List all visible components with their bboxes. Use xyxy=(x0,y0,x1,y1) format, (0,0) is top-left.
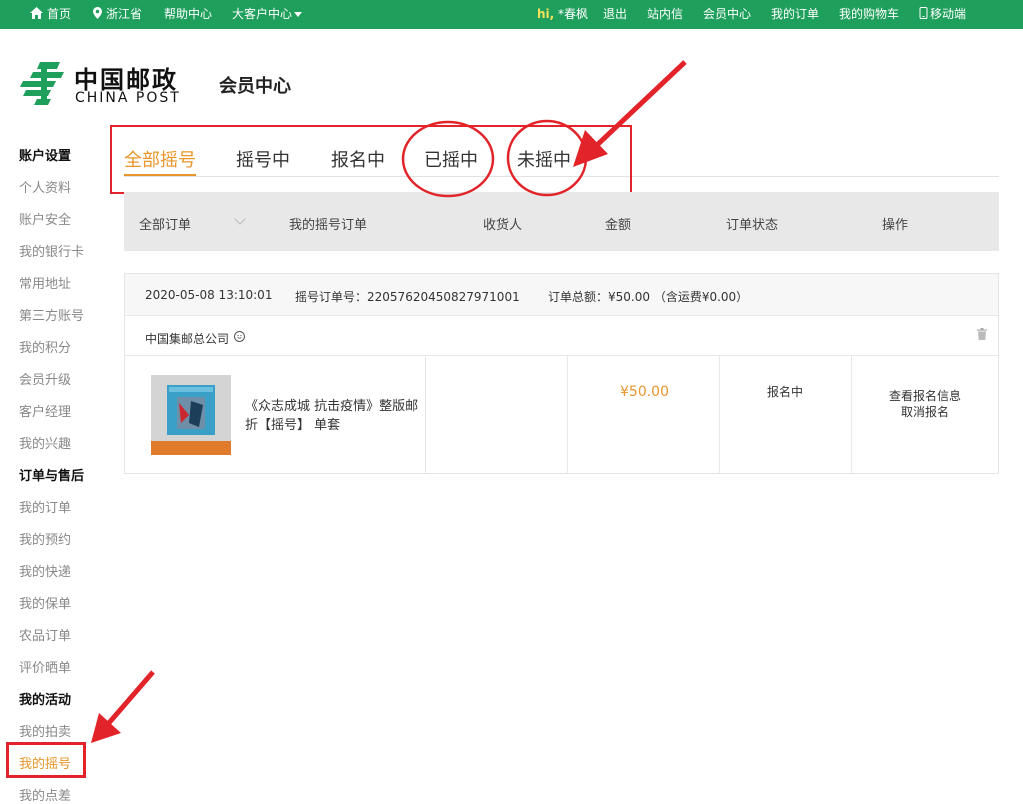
sidebar-item-interests[interactable]: 我的兴趣 xyxy=(19,433,71,452)
sidebar-item-insurance[interactable]: 我的保单 xyxy=(19,593,71,612)
logout-link[interactable]: 退出 xyxy=(603,0,627,29)
china-post-logo[interactable]: 中国邮政 CHINA POST xyxy=(20,58,190,108)
sidebar-item-security[interactable]: 账户安全 xyxy=(19,209,71,228)
stamp-folder-image xyxy=(151,375,231,455)
chevron-down-icon[interactable] xyxy=(234,213,246,225)
order-total-label: 订单总额： xyxy=(548,290,609,304)
order-table-header: 全部订单 我的摇号订单 收货人 金额 订单状态 操作 xyxy=(124,192,999,251)
cancel-registration-link[interactable]: 取消报名 xyxy=(901,403,949,420)
order-info-bar: 2020-05-08 13:10:01 摇号订单号：22057620450827… xyxy=(125,274,998,316)
order-status: 报名中 xyxy=(767,385,804,399)
greeting-hi: hi, xyxy=(537,7,555,21)
chat-smile-icon[interactable] xyxy=(234,331,245,342)
messages-link[interactable]: 站内信 xyxy=(647,0,683,29)
sidebar-item-reservations[interactable]: 我的预约 xyxy=(19,529,71,548)
product-name[interactable]: 《众志成城 抗击疫情》整版邮折【摇号】 单套 xyxy=(245,397,425,435)
view-registration-link[interactable]: 查看报名信息 xyxy=(889,387,961,404)
annotation-arrow-bottom-head xyxy=(91,713,121,743)
order-filter-label: 全部订单 xyxy=(139,218,192,233)
order-number: 摇号订单号：22057620450827971001 xyxy=(295,288,520,305)
caret-down-icon xyxy=(294,12,303,17)
sidebar-item-addresses[interactable]: 常用地址 xyxy=(19,273,71,292)
sidebar-item-spread[interactable]: 我的点差 xyxy=(19,785,71,804)
username: *春枫 xyxy=(558,7,589,21)
order-number-value: 22057620450827971001 xyxy=(367,290,520,304)
location-selector[interactable]: 浙江省 xyxy=(93,0,142,29)
col-action: 操作 xyxy=(882,218,909,233)
location-pin-icon xyxy=(93,7,102,19)
cell-divider xyxy=(851,356,852,474)
col-order: 我的摇号订单 xyxy=(289,218,368,233)
order-total: 订单总额：¥50.00 （含运费¥0.00） xyxy=(548,288,748,305)
sidebar-active-annotation-box xyxy=(6,742,86,778)
cell-divider xyxy=(425,356,426,474)
sidebar-item-profile[interactable]: 个人资料 xyxy=(19,177,71,196)
sidebar-item-express[interactable]: 我的快递 xyxy=(19,561,71,580)
col-status: 订单状态 xyxy=(726,218,779,233)
sidebar-item-manager[interactable]: 客户经理 xyxy=(19,401,71,420)
sidebar-section-account: 账户设置 xyxy=(19,149,72,164)
mobile-link[interactable]: 移动端 xyxy=(919,0,966,29)
my-orders-link[interactable]: 我的订单 xyxy=(771,0,819,29)
member-center-link[interactable]: 会员中心 xyxy=(703,0,751,29)
shop-row: 中国集邮总公司 xyxy=(125,316,998,356)
order-number-label: 摇号订单号： xyxy=(295,290,368,304)
product-thumbnail[interactable] xyxy=(151,375,231,455)
sidebar-item-upgrade[interactable]: 会员升级 xyxy=(19,369,71,388)
sidebar-item-auctions[interactable]: 我的拍卖 xyxy=(19,721,71,740)
sidebar-item-orders[interactable]: 我的订单 xyxy=(19,497,71,516)
col-receiver: 收货人 xyxy=(483,218,523,233)
sidebar-item-points[interactable]: 我的积分 xyxy=(19,337,71,356)
order-date: 2020-05-08 13:10:01 xyxy=(145,288,273,302)
order-total-value: ¥50.00 （含运费¥0.00） xyxy=(608,290,749,304)
col-amount: 金额 xyxy=(605,218,632,233)
home-link[interactable]: 首页 xyxy=(30,0,71,29)
annotation-arrow-bottom-line xyxy=(106,670,155,726)
my-cart-link[interactable]: 我的购物车 xyxy=(839,0,899,29)
sidebar-item-bank-cards[interactable]: 我的银行卡 xyxy=(19,241,84,260)
big-client-label: 大客户中心 xyxy=(232,7,293,21)
big-client-dropdown[interactable]: 大客户中心 xyxy=(232,0,303,29)
mobile-icon xyxy=(919,7,928,19)
home-icon xyxy=(30,7,43,19)
cell-divider xyxy=(719,356,720,474)
shop-name[interactable]: 中国集邮总公司 xyxy=(145,330,229,347)
logo-english-text: CHINA POST xyxy=(75,90,181,106)
page-title: 会员中心 xyxy=(219,76,291,97)
sidebar-item-reviews[interactable]: 评价晒单 xyxy=(19,657,71,676)
sidebar-section-orders: 订单与售后 xyxy=(19,469,85,484)
cell-divider xyxy=(567,356,568,474)
china-post-emblem-icon xyxy=(20,62,64,105)
product-price: ¥50.00 xyxy=(620,384,669,400)
help-center-link[interactable]: 帮助中心 xyxy=(164,0,212,29)
tabs-annotation-box xyxy=(110,125,632,194)
order-filter-dropdown[interactable]: 全部订单 xyxy=(139,214,191,233)
mobile-label: 移动端 xyxy=(930,7,967,21)
sidebar-item-third-party[interactable]: 第三方账号 xyxy=(19,305,84,324)
trash-icon[interactable] xyxy=(977,328,987,340)
sidebar-item-farm-orders[interactable]: 农品订单 xyxy=(19,625,71,644)
top-nav-bar: 首页 浙江省 帮助中心 大客户中心 hi, *春枫 退出 站内信 会员中心 我的… xyxy=(0,0,1023,29)
user-greeting: hi, *春枫 xyxy=(537,0,588,29)
sidebar-section-activities: 我的活动 xyxy=(19,693,72,708)
location-label: 浙江省 xyxy=(106,7,143,21)
home-label: 首页 xyxy=(47,7,72,21)
order-card: 2020-05-08 13:10:01 摇号订单号：22057620450827… xyxy=(124,273,999,474)
